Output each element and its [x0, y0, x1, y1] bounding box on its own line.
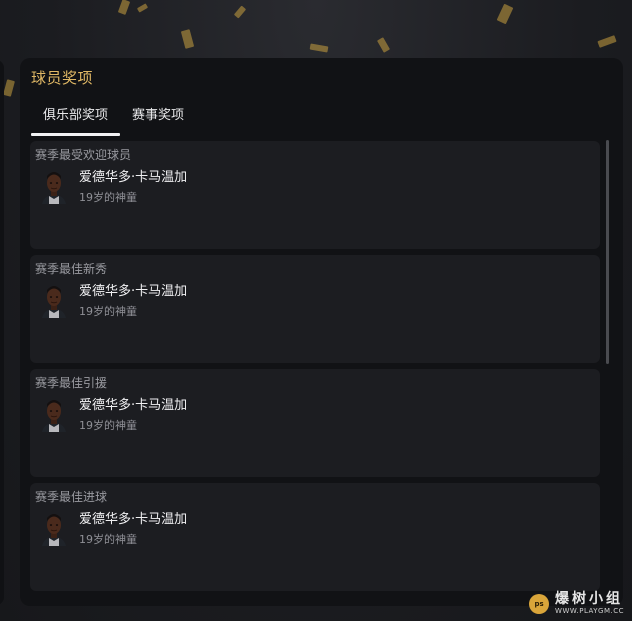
player-description: 19岁的神童: [79, 533, 137, 546]
award-card[interactable]: 赛季最佳引援 爱德华多·卡马温加 19岁的神童: [30, 369, 600, 477]
player-avatar-icon: [40, 396, 68, 432]
player-description: 19岁的神童: [79, 191, 137, 204]
confetti-piece: [233, 5, 247, 19]
confetti-piece: [180, 29, 195, 49]
player-avatar-icon: [40, 510, 68, 546]
award-category: 赛季最佳新秀: [35, 262, 108, 276]
confetti-piece: [136, 3, 149, 13]
confetti-piece: [309, 43, 329, 53]
left-panel-edge: [0, 60, 4, 605]
watermark-title: 爆树小组: [555, 591, 624, 607]
player-name: 爱德华多·卡马温加: [79, 512, 188, 527]
confetti-piece: [3, 79, 15, 97]
award-category: 赛季最佳引援: [35, 376, 108, 390]
watermark-text: 爆树小组 WWW.PLAYGM.CC: [555, 592, 624, 615]
player-awards-panel: 球员奖项 俱乐部奖项 赛事奖项 赛季最受欢迎球员 爱德华多·卡马温加 19岁的神…: [20, 58, 623, 606]
award-tabs: 俱乐部奖项 赛事奖项: [31, 104, 196, 136]
confetti-piece: [376, 37, 391, 53]
player-description: 19岁的神童: [79, 305, 137, 318]
panel-title: 球员奖项: [31, 69, 94, 87]
player-name: 爱德华多·卡马温加: [79, 170, 188, 185]
confetti-piece: [496, 3, 514, 25]
confetti-piece: [117, 0, 131, 15]
award-list: 赛季最受欢迎球员 爱德华多·卡马温加 19岁的神童 赛季最佳新秀 爱德华多·卡马…: [30, 141, 602, 597]
site-watermark: ps 爆树小组 WWW.PLAYGM.CC: [529, 592, 624, 615]
player-avatar-icon: [40, 282, 68, 318]
award-card[interactable]: 赛季最佳新秀 爱德华多·卡马温加 19岁的神童: [30, 255, 600, 363]
watermark-url: WWW.PLAYGM.CC: [555, 607, 624, 615]
award-category: 赛季最佳进球: [35, 490, 108, 504]
tab-club-awards[interactable]: 俱乐部奖项: [31, 104, 120, 136]
player-name: 爱德华多·卡马温加: [79, 398, 188, 413]
tab-event-awards[interactable]: 赛事奖项: [120, 104, 196, 136]
award-card[interactable]: 赛季最受欢迎球员 爱德华多·卡马温加 19岁的神童: [30, 141, 600, 249]
confetti-piece: [597, 35, 617, 48]
player-avatar-icon: [40, 168, 68, 204]
award-card[interactable]: 赛季最佳进球 爱德华多·卡马温加 19岁的神童: [30, 483, 600, 591]
player-description: 19岁的神童: [79, 419, 137, 432]
player-name: 爱德华多·卡马温加: [79, 284, 188, 299]
list-scrollbar[interactable]: [606, 140, 609, 364]
watermark-logo-icon: ps: [529, 593, 550, 614]
award-category: 赛季最受欢迎球员: [35, 148, 132, 162]
screen: 球员奖项 俱乐部奖项 赛事奖项 赛季最受欢迎球员 爱德华多·卡马温加 19岁的神…: [0, 0, 632, 621]
